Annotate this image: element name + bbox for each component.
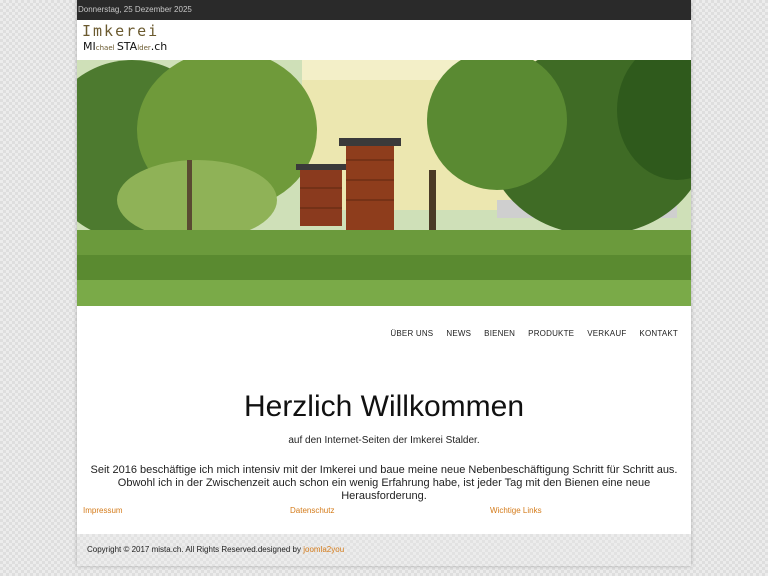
logo-domain: MIchael STAlder.ch (83, 40, 167, 53)
page-subtitle: auf den Internet-Seiten der Imkerei Stal… (288, 435, 480, 446)
footer: Copyright © 2017 mista.ch. All Rights Re… (77, 534, 691, 566)
copyright-line: Copyright © 2017 mista.ch. All Rights Re… (87, 545, 344, 554)
link-wichtige-links[interactable]: Wichtige Links (490, 506, 542, 515)
page-container: Donnerstag, 25 Dezember 2025 Imkerei MIc… (77, 0, 691, 566)
link-impressum[interactable]: Impressum (83, 506, 123, 515)
nav-bienen[interactable]: BIENEN (484, 329, 515, 338)
nav-news[interactable]: NEWS (446, 329, 471, 338)
nav-kontakt[interactable]: KONTAKT (639, 329, 678, 338)
nav-produkte[interactable]: PRODUKTE (528, 329, 574, 338)
main-content: Herzlich Willkommen auf den Internet-Sei… (77, 387, 691, 503)
footer-links: Impressum Datenschutz Wichtige Links (77, 506, 691, 518)
current-date: Donnerstag, 25 Dezember 2025 (78, 5, 192, 14)
site-logo[interactable]: Imkerei MIchael STAlder.ch (77, 20, 691, 60)
nav-ueber-uns[interactable]: ÜBER UNS (390, 329, 433, 338)
copyright-text: Copyright © 2017 mista.ch. All Rights Re… (87, 545, 304, 554)
logo-title: Imkerei (82, 22, 160, 40)
page-title: Herzlich Willkommen (243, 390, 525, 423)
link-datenschutz[interactable]: Datenschutz (290, 506, 334, 515)
designer-link[interactable]: joomla2you (303, 545, 344, 554)
top-bar: Donnerstag, 25 Dezember 2025 (77, 0, 691, 20)
main-navigation: ÜBER UNS NEWS BIENEN PRODUKTE VERKAUF KO… (77, 306, 691, 360)
logo-part2-small: lder (137, 44, 151, 52)
hero-image (77, 60, 691, 306)
logo-part1-big: MI (83, 40, 96, 53)
intro-paragraph: Seit 2016 beschäftige ich mich intensiv … (90, 464, 678, 502)
logo-suffix: .ch (150, 40, 168, 53)
nav-verkauf[interactable]: VERKAUF (587, 329, 626, 338)
logo-part1-small: chael (95, 44, 117, 52)
logo-part2-big: STA (116, 40, 138, 53)
garden-beehives-photo (77, 60, 691, 306)
